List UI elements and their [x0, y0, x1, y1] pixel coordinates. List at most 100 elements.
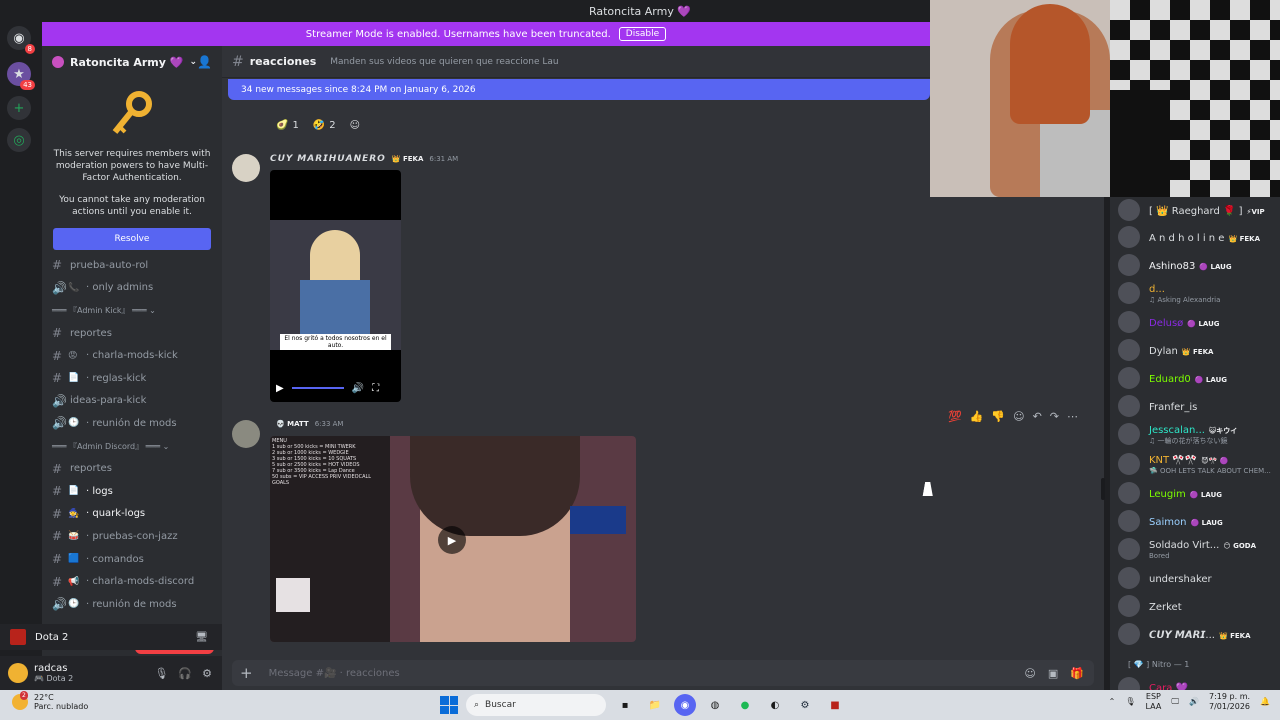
message-composer[interactable]: + Message #🎥 · reacciones ☺ ▣ 🎁	[232, 660, 1094, 686]
message-author[interactable]: 𝘾𝙐𝙔 𝙈𝘼𝙍𝙄𝙃𝙐𝘼𝙉𝙀𝙍𝙊	[270, 154, 386, 164]
channel-item[interactable]: # 🟦 · comandos	[42, 548, 222, 571]
chevron-up-icon[interactable]: ⌃	[1109, 697, 1116, 707]
add-server-icon[interactable]: +	[7, 96, 31, 120]
member-item[interactable]: Zerket	[1118, 593, 1182, 619]
gear-icon[interactable]: ⚙	[202, 667, 212, 680]
avatar[interactable]	[8, 663, 28, 683]
message-input[interactable]: Message #🎥 · reacciones	[269, 668, 400, 679]
channel-item[interactable]: # prueba-auto-rol	[42, 254, 222, 277]
gift-icon[interactable]: 🎁	[1070, 667, 1084, 680]
reactions-row: 🥑 1 🤣 2 ☺	[272, 116, 364, 134]
member-item[interactable]: [ 👑 Raeghard 🌹 ] ⚡VIP	[1118, 197, 1265, 223]
invite-people-icon[interactable]: 👤	[197, 55, 212, 69]
taskbar-clock[interactable]: 7:19 p. m. 7/01/2026	[1209, 692, 1250, 712]
clock-date: 7/01/2026	[1209, 702, 1251, 711]
server-header[interactable]: Ratoncita Army 💜 ⌄ 👤	[42, 46, 222, 78]
member-item[interactable]: A n d h o l i n e 👑 FEKA	[1118, 224, 1260, 250]
channel-item[interactable]: # reportes	[42, 457, 222, 480]
weather-widget[interactable]: 2 22°C Parc. nublado	[12, 691, 88, 711]
language-code[interactable]: ESP	[1146, 692, 1162, 702]
discord-taskbar-icon[interactable]: ◉	[674, 694, 696, 716]
server-icon[interactable]: ★ 43	[7, 62, 35, 90]
file-explorer-icon[interactable]: 📁	[644, 694, 666, 716]
network-icon[interactable]: 🖵	[1171, 697, 1179, 707]
windows-start-icon[interactable]	[440, 696, 458, 714]
member-item[interactable]: 𝘾𝙐𝙔 𝙈𝘼𝙍𝙄... 👑 FEKA	[1118, 621, 1251, 647]
more-options-icon[interactable]: ⋯	[1067, 410, 1078, 423]
spotify-icon[interactable]: ●	[734, 694, 756, 716]
task-view-icon[interactable]: ▪	[614, 694, 636, 716]
member-item[interactable]: d... ♫ Asking Alexandria	[1118, 280, 1220, 306]
member-item[interactable]: Leugim 🟣 LAUG	[1118, 480, 1222, 506]
member-item[interactable]: Dylan 👑 FEKA	[1118, 337, 1213, 363]
attach-plus-icon[interactable]: +	[240, 664, 253, 682]
emoji-picker-icon[interactable]: ☺	[1024, 667, 1035, 680]
channel-item[interactable]: 🔊 📞 · only admins	[42, 277, 222, 300]
add-reaction-icon[interactable]: ☺	[346, 116, 364, 134]
microphone-icon[interactable]: 🎙	[154, 667, 168, 680]
disable-streamer-mode-button[interactable]: Disable	[618, 27, 667, 41]
channel-category[interactable]: ═══ 『Admin Discord』 ═══ ⌄	[42, 435, 222, 458]
avatar[interactable]	[232, 420, 260, 448]
play-icon[interactable]: ▶	[438, 526, 466, 554]
fullscreen-icon[interactable]: ⛶	[372, 383, 379, 394]
play-icon[interactable]: ▶	[276, 383, 284, 394]
member-item[interactable]: Jesscalan... 😺キウイ ♫ 一輪の花が落ちない鏡	[1118, 421, 1237, 447]
dota2-taskbar-icon[interactable]: ■	[824, 694, 846, 716]
message-timestamp: 6:31 AM	[429, 155, 459, 163]
channel-item[interactable]: # reportes	[42, 322, 222, 345]
channel-category[interactable]: ═══ 『Admin Kick』 ═══ ⌄	[42, 299, 222, 322]
volume-tray-icon[interactable]: 🔊	[1189, 697, 1199, 707]
reaction-avocado[interactable]: 🥑 1	[272, 116, 303, 134]
reply-icon[interactable]: ↶	[1033, 410, 1042, 423]
channel-item[interactable]: # 📄 · reglas-kick	[42, 367, 222, 390]
member-item[interactable]: Soldado Virt... 😶 GODA Bored	[1118, 536, 1256, 562]
taskbar-search[interactable]: ⌕ Buscar	[466, 694, 606, 716]
discord-home-icon[interactable]: ◉ 8	[7, 26, 35, 54]
channel-topic[interactable]: Manden sus videos que quieren que reacci…	[330, 57, 558, 67]
new-messages-bar[interactable]: 34 new messages since 8:24 PM on January…	[228, 79, 930, 100]
video-attachment[interactable]: El nos gritó a todos nosotros en el auto…	[270, 170, 401, 402]
resolve-button[interactable]: Resolve	[53, 228, 211, 250]
reaction-laugh[interactable]: 🤣 2	[309, 116, 340, 134]
notification-bell-icon[interactable]: 🔔	[1260, 697, 1270, 707]
thumbs-up-icon[interactable]: 👍	[970, 410, 984, 423]
member-item[interactable]: Delusø 🟣 LAUG	[1118, 309, 1220, 335]
microphone-tray-icon[interactable]: 🎙	[1125, 697, 1135, 707]
screen-share-icon[interactable]: 🖥	[195, 632, 208, 643]
forward-icon[interactable]: ↷	[1050, 410, 1059, 423]
add-reaction-icon[interactable]: ☺	[1013, 410, 1024, 423]
volume-icon[interactable]: 🔊	[352, 383, 364, 394]
member-item[interactable]: undershaker	[1118, 565, 1212, 591]
channel-item[interactable]: # 🧙 · quark-logs	[42, 503, 222, 526]
channel-name: reacciones	[249, 55, 317, 68]
member-item[interactable]: KNT 🎌🎌 😈🎌 🟣 🛸 OOH LETS TALK ABOUT CHEM...	[1118, 451, 1271, 477]
channel-item[interactable]: 🔊 🕒 · reunión de mods	[42, 593, 222, 616]
member-item[interactable]: Ashino83 🟣 LAUG	[1118, 252, 1232, 278]
headphones-icon[interactable]: 🎧	[178, 667, 192, 680]
member-item[interactable]: Franfer_is	[1118, 393, 1197, 419]
avatar[interactable]	[232, 154, 260, 182]
heart-reaction-icon[interactable]: 💯	[948, 410, 962, 423]
obs-icon[interactable]: ◐	[764, 694, 786, 716]
keyboard-layout[interactable]: LAA	[1146, 702, 1162, 712]
channel-item[interactable]: # 📢 · charla-mods-discord	[42, 570, 222, 593]
member-item[interactable]: Eduard0 🟣 LAUG	[1118, 365, 1227, 391]
channel-item[interactable]: 🔊 ideas-para-kick	[42, 390, 222, 413]
video-progress[interactable]	[291, 387, 344, 389]
voice-activity-bar[interactable]: Dota 2 🖥	[0, 624, 222, 650]
sticker-icon[interactable]: ▣	[1048, 667, 1058, 680]
channel-item[interactable]: # 📄 · logs	[42, 480, 222, 503]
chrome-icon[interactable]: ◍	[704, 694, 726, 716]
member-activity: ♫ Asking Alexandria	[1149, 295, 1221, 304]
discover-compass-icon[interactable]: ◎	[7, 128, 31, 152]
thumbs-down-icon[interactable]: 👎	[991, 410, 1005, 423]
channel-item[interactable]: # 😡 · charla-mods-kick	[42, 344, 222, 367]
channel-item[interactable]: # 🥁 · pruebas-con-jazz	[42, 525, 222, 548]
channel-item[interactable]: 🔊 🕒 · reunión de mods	[42, 412, 222, 435]
channel-sidebar: Ratoncita Army 💜 ⌄ 👤 This server require…	[42, 46, 222, 656]
member-item[interactable]: Saimon 🟣 LAUG	[1118, 508, 1223, 534]
video-attachment[interactable]: MENU 1 sub or 500 kicks = MINI TWERK 2 s…	[270, 436, 636, 642]
steam-icon[interactable]: ⚙	[794, 694, 816, 716]
chat-scrollbar[interactable]	[1101, 478, 1105, 500]
